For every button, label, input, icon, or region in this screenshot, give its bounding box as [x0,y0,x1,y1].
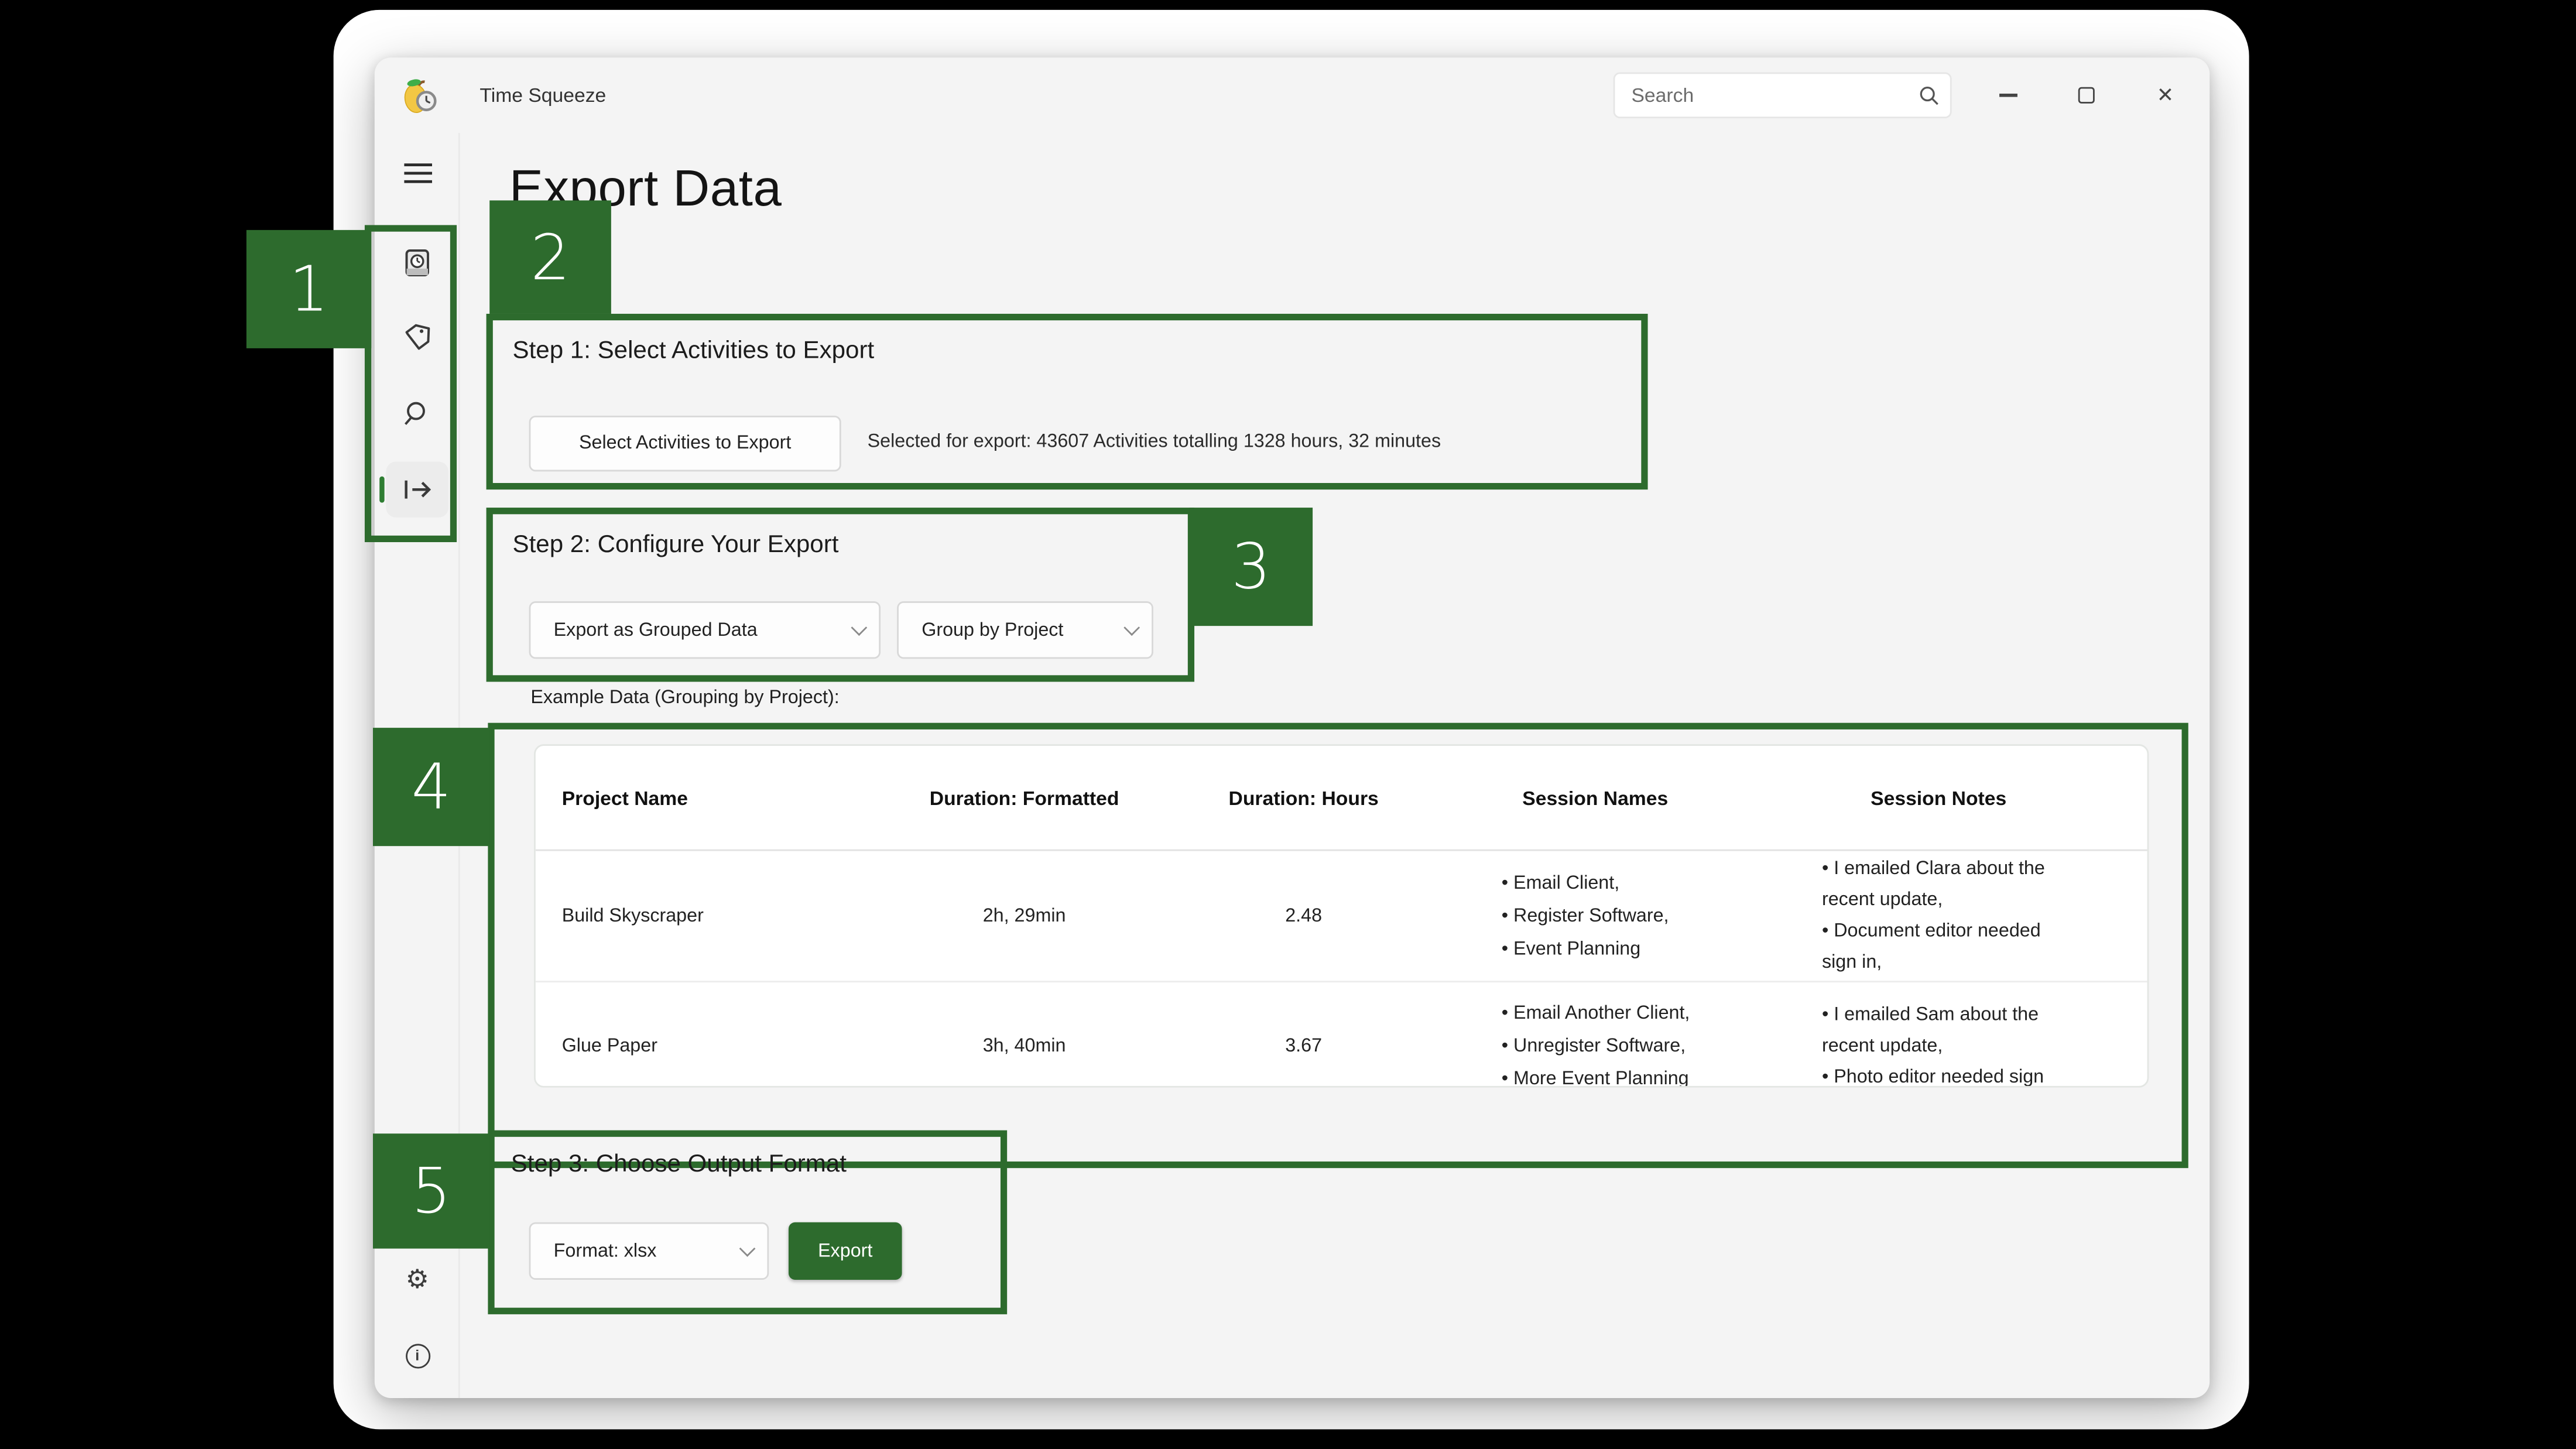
col-header-session-names: Session Names [1447,786,1743,809]
col-header-duration-formatted: Duration: Formatted [889,786,1160,809]
annotation-number-5: 5 [373,1133,489,1248]
hamburger-icon [403,162,431,183]
close-icon: ✕ [2157,85,2174,105]
maximize-icon [2078,87,2095,104]
cell-project: Build Skyscraper [536,906,889,926]
sidebar-item-about[interactable]: i [386,1327,448,1383]
cell-session-notes: • I emailed Sam about the recent update,… [1743,1000,2147,1088]
format-value: Format: xlsx [554,1241,657,1261]
group-by-dropdown[interactable]: Group by Project [897,601,1153,659]
annotation-number-4: 4 [373,728,489,846]
table-row: Build Skyscraper 2h, 29min 2.48 • Email … [536,851,2147,981]
cell-session-notes: • I emailed Clara about the recent updat… [1743,854,2147,978]
annotation-number-2: 2 [489,200,611,314]
cell-duration-hours: 2.48 [1160,906,1447,926]
app-title: Time Squeeze [479,57,606,133]
export-mode-dropdown[interactable]: Export as Grouped Data [529,601,881,659]
minimize-icon [1999,94,2017,97]
step1-heading: Step 1: Select Activities to Export [513,337,875,365]
maximize-button[interactable] [2054,71,2119,120]
cell-project: Glue Paper [536,1037,889,1057]
export-button[interactable]: Export [789,1222,902,1280]
annotation-number-3: 3 [1190,508,1313,626]
minimize-button[interactable] [1975,71,2040,120]
settings-gear-icon: ⚙ [406,1263,429,1296]
table-row: Glue Paper 3h, 40min 3.67 • Email Anothe… [536,981,2147,1087]
col-header-project-name: Project Name [536,786,889,809]
cell-duration-hours: 3.67 [1160,1037,1447,1057]
title-bar: Time Squeeze ✕ [375,57,2210,133]
table-header-row: Project Name Duration: Formatted Duratio… [536,746,2147,851]
annotation-number-1: 1 [246,230,371,348]
app-lemon-clock-icon [398,72,444,118]
example-data-table: Project Name Duration: Formatted Duratio… [534,744,2149,1087]
cell-session-names: • Email Client, • Register Software, • E… [1447,866,1743,965]
search-icon [1907,84,1950,107]
info-icon: i [405,1343,430,1368]
screenshot-stage: Time Squeeze ✕ [0,0,2576,1449]
col-header-session-notes: Session Notes [1743,786,2147,809]
cell-duration-formatted: 3h, 40min [889,1037,1160,1057]
app-window: Time Squeeze ✕ [375,57,2210,1398]
cell-duration-formatted: 2h, 29min [889,906,1160,926]
chevron-down-icon [739,1241,756,1257]
export-mode-value: Export as Grouped Data [554,620,758,640]
export-selection-status: Selected for export: 43607 Activities to… [868,432,1441,452]
cell-session-names: • Email Another Client, • Unregister Sof… [1447,997,1743,1087]
close-button[interactable]: ✕ [2132,71,2198,120]
example-data-label: Example Data (Grouping by Project): [530,688,839,708]
chevron-down-icon [851,619,867,636]
search-box[interactable] [1614,72,1952,118]
annotation-outline-sidebar [365,225,457,542]
search-input[interactable] [1615,84,1907,107]
sidebar-item-settings[interactable]: ⚙ [386,1252,448,1307]
chevron-down-icon [1123,619,1140,636]
group-by-value: Group by Project [922,620,1063,640]
col-header-duration-hours: Duration: Hours [1160,786,1447,809]
select-activities-button[interactable]: Select Activities to Export [529,416,841,471]
format-dropdown[interactable]: Format: xlsx [529,1222,769,1280]
hamburger-menu-button[interactable] [386,145,448,200]
step2-heading: Step 2: Configure Your Export [513,530,839,559]
step3-heading: Step 3: Choose Output Format [511,1150,847,1178]
